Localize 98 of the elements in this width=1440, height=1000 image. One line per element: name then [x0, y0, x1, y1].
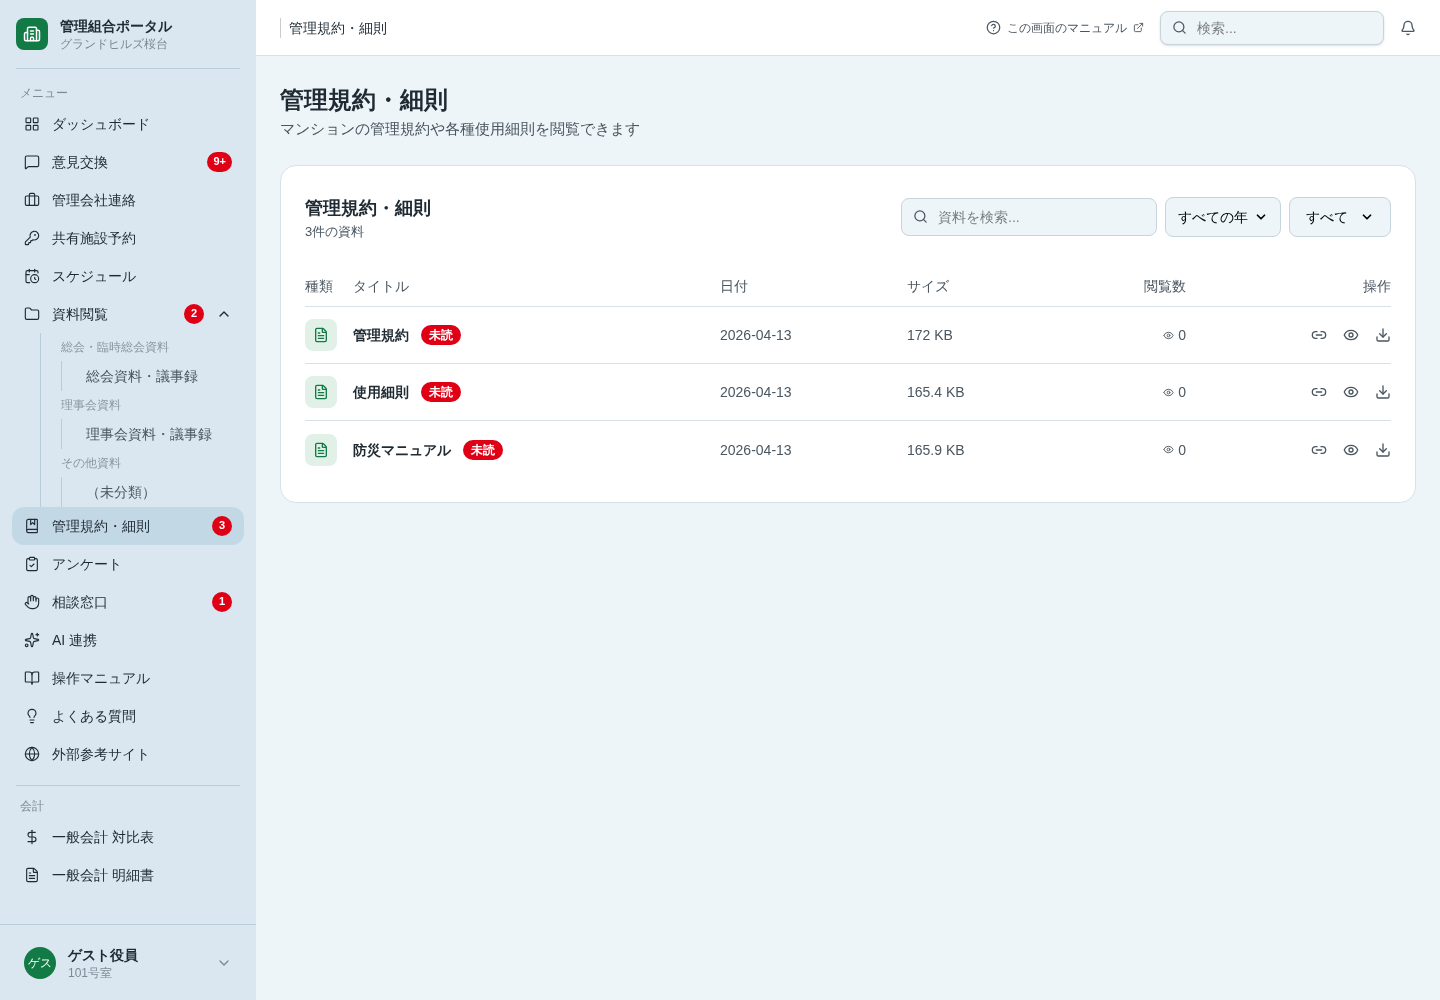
column-header: タイトル: [353, 276, 410, 296]
download-icon[interactable]: [1375, 327, 1391, 343]
calendar-clock-icon: [24, 268, 40, 284]
key-icon: [24, 230, 40, 246]
breadcrumb: 管理規約・細則: [280, 17, 970, 38]
folder-icon: [24, 306, 40, 322]
dollar-icon: [24, 829, 40, 845]
page-title: 管理規約・細則: [280, 85, 449, 115]
table-row[interactable]: 管理規約 未読 2026-04-13 172 KB 0: [305, 307, 1391, 364]
document-icon: [305, 433, 337, 466]
unread-badge: 未読: [421, 382, 461, 402]
column-header: 操作: [1363, 276, 1391, 296]
lightbulb-icon: [24, 708, 40, 724]
size-cell-text: 165.4 KB: [907, 383, 966, 402]
table-row[interactable]: 使用細則 未読 2026-04-13 165.4 KB 0: [305, 364, 1391, 421]
view-count: 0: [1178, 383, 1186, 402]
search-icon: [913, 209, 928, 225]
eye-icon: [1163, 329, 1175, 341]
download-icon[interactable]: [1375, 441, 1391, 458]
nav-item[interactable]: アンケート: [12, 545, 244, 583]
count-badge: 2: [184, 304, 204, 324]
nav-item[interactable]: ダッシュボード: [12, 105, 244, 143]
eye-icon: [1163, 386, 1175, 398]
nav-item[interactable]: 一般会計 明細書: [12, 856, 244, 894]
column-header: 種類: [305, 276, 334, 296]
globe-icon: [24, 746, 40, 762]
column-header: 日付: [720, 276, 749, 296]
sub-nav-item[interactable]: 理事会資料・議事録: [86, 419, 244, 449]
document-search-field[interactable]: 資料を検索...: [901, 198, 1157, 237]
size-cell-text: 165.9 KB: [907, 440, 966, 460]
user-avatar: ゲス: [24, 946, 56, 979]
external-link-icon: [1133, 22, 1144, 33]
document-title[interactable]: 使用細則: [353, 382, 409, 402]
manual-link[interactable]: この画面のマニュアル: [986, 19, 1144, 36]
view-count: 0: [1178, 326, 1186, 345]
nav-item[interactable]: 一般会計 対比表: [12, 818, 244, 856]
nav-item[interactable]: スケジュール: [12, 257, 244, 295]
app-title: 管理組合ポータル: [60, 17, 172, 36]
date-cell-text: 2026-04-13: [720, 383, 793, 402]
column-header: 閲覧数: [1144, 276, 1186, 296]
group-label: 総会・臨時総会資料: [61, 339, 170, 356]
sub-nav-item[interactable]: 総会資料・議事録: [86, 361, 244, 391]
user-room: 101号室: [68, 964, 114, 981]
count-badge: 1: [212, 592, 232, 612]
nav-item[interactable]: 管理会社連絡: [12, 181, 244, 219]
document-count: 3件の資料: [305, 222, 366, 241]
document-title[interactable]: 防災マニュアル: [353, 439, 451, 460]
book-icon: [24, 670, 40, 686]
nav-item[interactable]: AI 連携: [12, 621, 244, 659]
briefcase-icon: [24, 192, 40, 208]
unread-badge: 未読: [421, 325, 461, 345]
document-title[interactable]: 管理規約: [353, 325, 409, 345]
download-icon[interactable]: [1375, 384, 1391, 400]
size-cell-text: 172 KB: [907, 326, 954, 345]
page-subtitle: マンションの管理規約や各種使用細則を閲覧できます: [280, 119, 641, 139]
book-icon: [24, 518, 40, 534]
app-subtitle: グランドヒルズ桜台: [60, 36, 169, 52]
nav-item[interactable]: 管理規約・細則 3: [12, 507, 244, 545]
nav-item[interactable]: 外部参考サイト: [12, 735, 244, 773]
card-title: 管理規約・細則: [305, 196, 432, 220]
document-icon: [305, 376, 337, 408]
logo-icon: [16, 18, 48, 50]
bell-icon[interactable]: [1400, 19, 1416, 36]
unread-badge: 未読: [463, 439, 503, 460]
help-icon: [986, 20, 1001, 35]
hand-icon: [24, 594, 40, 610]
chat-icon: [24, 154, 40, 170]
nav-item[interactable]: 操作マニュアル: [12, 659, 244, 697]
nav-item[interactable]: 意見交換 9+: [12, 143, 244, 181]
nav-item[interactable]: よくある質問: [12, 697, 244, 735]
group-label: 理事会資料: [61, 397, 122, 414]
section-label: メニュー: [19, 85, 69, 101]
view-icon[interactable]: [1343, 384, 1359, 400]
count-badge: 9+: [207, 152, 232, 172]
grid-icon: [24, 116, 40, 132]
year-select[interactable]: すべての年: [1165, 197, 1281, 238]
eye-icon: [1163, 444, 1175, 455]
clipboard-icon: [24, 556, 40, 572]
sparkles-icon: [24, 632, 40, 648]
section-label: 会計: [19, 798, 45, 814]
document-icon: [24, 867, 40, 883]
column-header: サイズ: [907, 276, 950, 296]
table-row[interactable]: 防災マニュアル 未読 2026-04-13 165.9 KB 0: [305, 421, 1391, 478]
view-icon[interactable]: [1343, 327, 1359, 343]
group-label: その他資料: [61, 455, 122, 472]
nav-item[interactable]: 共有施設予約: [12, 219, 244, 257]
type-select[interactable]: すべて: [1289, 197, 1391, 238]
nav-item[interactable]: 資料閲覧 2: [12, 295, 244, 333]
date-cell-text: 2026-04-13: [720, 440, 793, 460]
search-field[interactable]: 検索...: [1160, 10, 1384, 45]
view-count: 0: [1178, 440, 1186, 460]
user-name: ゲスト役員: [68, 945, 139, 965]
search-icon: [1172, 19, 1187, 35]
sub-nav-item[interactable]: （未分類）: [86, 477, 244, 507]
document-icon: [305, 319, 337, 351]
count-badge: 3: [212, 516, 232, 536]
nav-item[interactable]: 相談窓口 1: [12, 583, 244, 621]
date-cell-text: 2026-04-13: [720, 326, 793, 345]
